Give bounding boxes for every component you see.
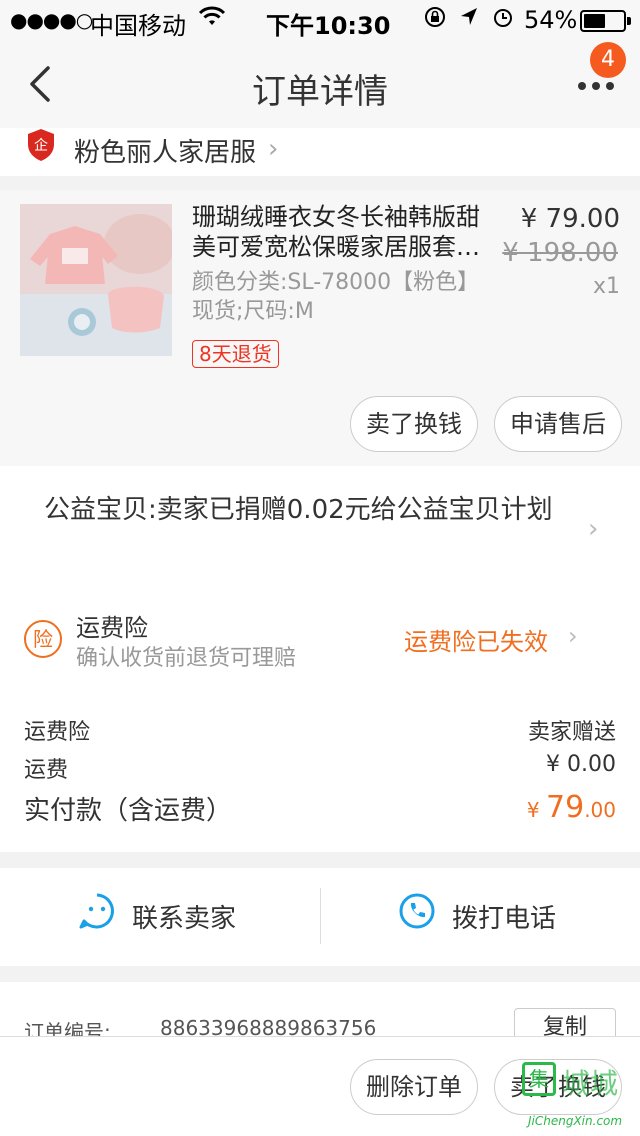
- signal-strength: ●●●●○: [10, 8, 93, 32]
- phone-icon: [398, 892, 436, 930]
- order-info: 订单编号: 88633968889863756 复制: [0, 982, 640, 1048]
- battery-percent: 54%: [524, 6, 578, 34]
- request-aftersale-button[interactable]: 申请售后: [494, 396, 622, 452]
- price-summary: 运费险 卖家赠送 运费 ¥ 0.00 实付款（含运费） ¥ 79.00: [0, 696, 640, 852]
- shipping-fee-row: 运费 ¥ 0.00: [24, 752, 616, 783]
- watermark-url: JiChengXin.com: [528, 1114, 623, 1128]
- insurance-title: 运费险: [76, 614, 148, 642]
- order-item[interactable]: 珊瑚绒睡衣女冬长袖韩版甜美可爱宽松保暖家居服套… ¥ 79.00 ¥ 198.0…: [0, 190, 640, 466]
- product-quantity: x1: [592, 274, 620, 299]
- product-spec: 颜色分类:SL-78000【粉色】现货;尺码:M: [192, 270, 480, 324]
- insurance-fee-label: 运费险: [24, 720, 91, 745]
- chevron-right-icon: ›: [588, 514, 599, 544]
- product-image[interactable]: [20, 204, 172, 356]
- chat-face-icon: [78, 892, 116, 930]
- call-phone-label: 拨打电话: [452, 904, 557, 934]
- sell-for-cash-button[interactable]: 卖了换钱: [350, 396, 478, 452]
- alarm-icon: [494, 9, 512, 27]
- insurance-fee-value: 卖家赠送: [527, 720, 616, 745]
- insurance-subtitle: 确认收货前退货可理赔: [76, 646, 297, 671]
- battery-icon: [580, 10, 631, 32]
- rotation-lock-icon: [425, 7, 445, 27]
- return-policy-tag: 8天退货: [192, 340, 279, 368]
- carrier-name: 中国移动: [90, 12, 186, 40]
- product-price: ¥ 79.00: [520, 204, 620, 234]
- page-title: 订单详情: [252, 72, 388, 112]
- chevron-right-icon: ›: [568, 622, 578, 650]
- notification-badge: 4: [590, 42, 626, 78]
- charity-row[interactable]: 公益宝贝:卖家已捐赠0.02元给公益宝贝计划 ›: [0, 466, 640, 586]
- total-paid-label: 实付款（含运费）: [24, 796, 233, 826]
- divider: [320, 888, 321, 944]
- more-dots-icon: [578, 82, 586, 90]
- status-icons: [424, 6, 514, 34]
- location-arrow-icon: [461, 8, 477, 25]
- site-watermark: 集 城城 JiChengXin.com: [522, 1062, 640, 1136]
- insurance-fee-row: 运费险 卖家赠送: [24, 714, 616, 745]
- shipping-insurance-row[interactable]: 险 运费险 确认收货前退货可理赔 运费险已失效 ›: [0, 586, 640, 696]
- battery-level: [584, 14, 605, 28]
- shipping-fee-value: ¥ 0.00: [546, 752, 616, 777]
- total-paid-value: ¥ 79.00: [526, 790, 616, 825]
- charity-text: 公益宝贝:卖家已捐赠0.02元给公益宝贝计划: [44, 495, 553, 525]
- chevron-right-icon: ›: [268, 134, 279, 164]
- svg-text:企: 企: [34, 137, 48, 154]
- total-paid-row: 实付款（含运费） ¥ 79.00: [24, 790, 616, 830]
- product-name[interactable]: 珊瑚绒睡衣女冬长袖韩版甜美可爱宽松保暖家居服套…: [192, 202, 492, 262]
- status-bar: ●●●●○ 中国移动 下午10:30 54%: [0, 0, 640, 40]
- insurance-icon: 险: [24, 620, 62, 658]
- shop-name: 粉色丽人家居服: [74, 138, 257, 168]
- delete-order-button[interactable]: 删除订单: [350, 1059, 478, 1115]
- clock: 下午10:30: [266, 12, 391, 40]
- enterprise-shop-icon: 企: [26, 128, 56, 162]
- watermark-text: 城城: [562, 1067, 619, 1100]
- contact-seller-label: 联系卖家: [132, 904, 237, 934]
- watermark-logo: 集: [522, 1062, 556, 1096]
- navigation-bar: 订单详情 4: [0, 40, 640, 128]
- shop-row[interactable]: 企 粉色丽人家居服 ›: [0, 128, 640, 176]
- wifi-icon: [198, 4, 226, 34]
- contact-bar: 联系卖家 拨打电话: [0, 868, 640, 966]
- original-price: ¥ 198.00: [502, 238, 618, 268]
- insurance-status[interactable]: 运费险已失效: [404, 622, 548, 657]
- shipping-fee-label: 运费: [24, 758, 69, 783]
